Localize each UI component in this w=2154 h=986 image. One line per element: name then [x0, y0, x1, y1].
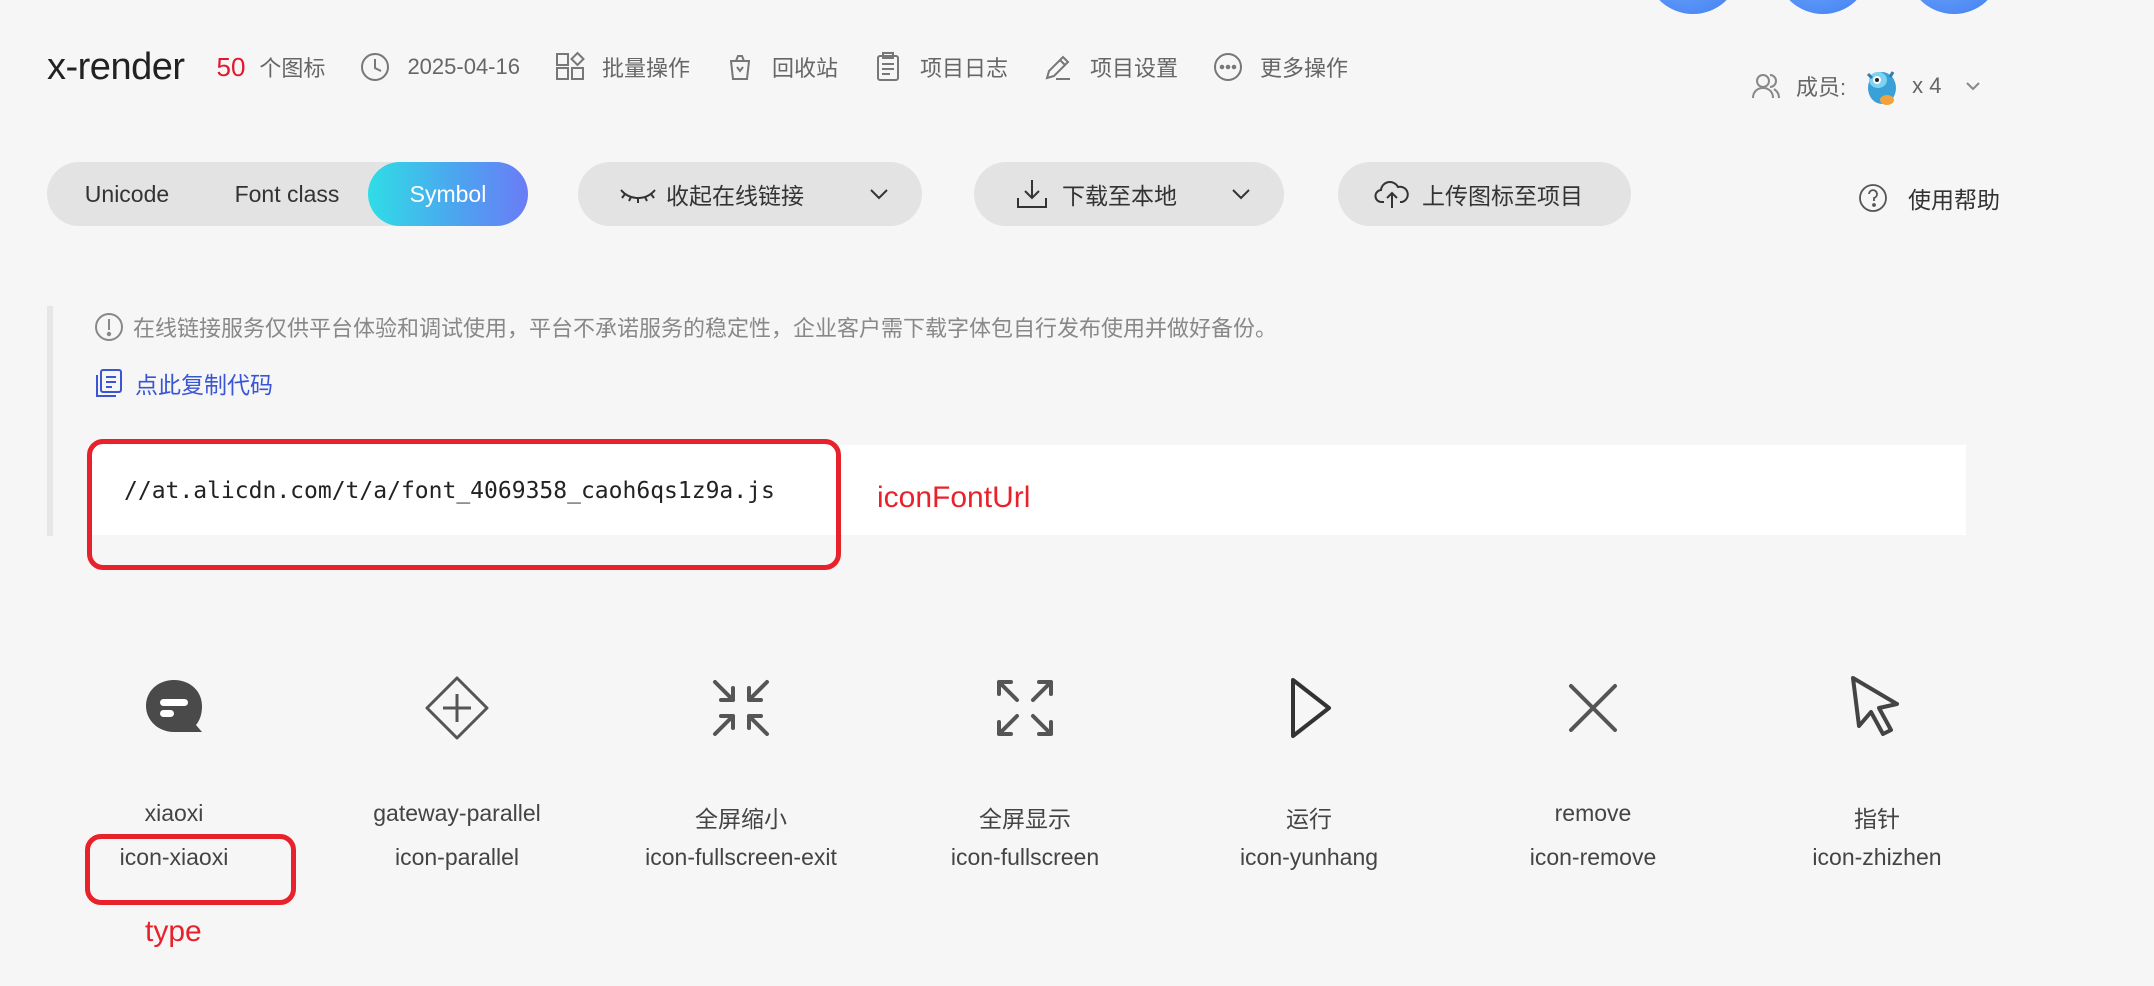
user-icon [1750, 70, 1782, 102]
icon-card[interactable]: 运行 icon-yunhang [1167, 660, 1451, 880]
icon-code: icon-xiaoxi [119, 844, 229, 870]
members-label: 成员: [1796, 75, 1847, 100]
download-icon [1014, 176, 1050, 212]
icon-code: icon-parallel [394, 844, 519, 870]
icon-code: icon-zhizhen [1812, 844, 1942, 870]
online-link-toggle-button[interactable]: 收起在线链接 [578, 162, 922, 226]
icon-name: gateway-parallel [373, 800, 541, 826]
recycle-bin-icon [724, 51, 756, 83]
member-avatar [1860, 64, 1904, 108]
project-log-button[interactable]: 项目日志 [872, 51, 1008, 83]
more-icon [1212, 51, 1244, 83]
eye-closed-icon [618, 176, 656, 212]
icon-name: 指针 [1854, 806, 1900, 832]
play-icon [1273, 672, 1345, 744]
icon-count-label: 个图标 [259, 56, 326, 81]
icon-card[interactable]: remove icon-remove [1451, 660, 1735, 880]
more-actions-label: 更多操作 [1260, 56, 1349, 81]
help-link[interactable]: 使用帮助 [1858, 181, 2000, 215]
icon-code: icon-fullscreen [950, 844, 1100, 870]
help-icon [1858, 183, 1888, 213]
icon-name: xiaoxi [144, 800, 204, 826]
download-button[interactable]: 下载至本地 [974, 162, 1284, 226]
copy-icon [93, 367, 125, 399]
project-header: x-render 50 个图标 2025-04-16 批量操作 回收站 项目日志… [47, 40, 1348, 94]
upload-icons-button[interactable]: 上传图标至项目 [1338, 162, 1631, 226]
annotation-icon-font-url: iconFontUrl [877, 481, 1031, 514]
tab-font-class[interactable]: Font class [207, 162, 367, 226]
icon-code: icon-fullscreen-exit [645, 844, 837, 870]
download-label: 下载至本地 [1062, 183, 1177, 209]
batch-operation-button[interactable]: 批量操作 [554, 51, 690, 83]
icon-code: icon-yunhang [1239, 844, 1379, 870]
more-actions-button[interactable]: 更多操作 [1212, 51, 1348, 83]
recycle-bin-label: 回收站 [772, 56, 839, 81]
pointer-icon [1841, 672, 1913, 744]
url-highlight-box [87, 439, 841, 570]
recycle-bin-button[interactable]: 回收站 [724, 51, 838, 83]
icon-name: remove [1554, 800, 1632, 826]
help-label: 使用帮助 [1908, 187, 2000, 213]
icon-card[interactable]: 指针 icon-zhizhen [1735, 660, 2019, 880]
upload-label: 上传图标至项目 [1422, 183, 1583, 209]
batch-icon [554, 51, 586, 83]
icon-code: icon-remove [1529, 844, 1657, 870]
members-dropdown[interactable]: 成员: x 4 [1750, 64, 1983, 108]
annotation-type: type [145, 915, 202, 948]
notice-text: 在线链接服务仅供平台体验和调试使用，平台不承诺服务的稳定性，企业客户需下载字体包… [133, 316, 1278, 341]
date-label: 2025-04-16 [407, 54, 520, 79]
cloud-upload-icon [1374, 176, 1410, 212]
project-title: x-render [47, 45, 185, 88]
format-tabs: Unicode Font class Symbol [47, 162, 528, 226]
members-count: x 4 [1912, 73, 1942, 98]
icon-count: 50 [216, 51, 246, 82]
message-icon [138, 672, 210, 744]
fullscreen-icon [989, 672, 1061, 744]
close-icon [1557, 672, 1629, 744]
icon-card[interactable]: xiaoxi icon-xiaoxi [32, 660, 316, 880]
icon-name: 运行 [1286, 806, 1332, 832]
parallel-gateway-icon [421, 672, 493, 744]
copy-code-label: 点此复制代码 [135, 372, 273, 398]
fullscreen-exit-icon [705, 672, 777, 744]
avatar-bubble [1778, 0, 1868, 14]
batch-operation-label: 批量操作 [601, 56, 690, 81]
avatar-bubble [1909, 0, 1999, 14]
clock-icon [359, 51, 391, 83]
project-log-label: 项目日志 [920, 56, 1009, 81]
avatar-bubble [1648, 0, 1738, 14]
tab-unicode[interactable]: Unicode [47, 162, 207, 226]
tab-symbol[interactable]: Symbol [368, 162, 528, 226]
online-link-label: 收起在线链接 [666, 183, 804, 209]
icon-card[interactable]: gateway-parallel icon-parallel [315, 660, 599, 880]
project-settings-label: 项目设置 [1090, 56, 1179, 81]
icon-name: 全屏显示 [979, 806, 1071, 832]
info-icon [93, 311, 125, 343]
clipboard-icon [872, 51, 904, 83]
project-date: 2025-04-16 [359, 51, 520, 83]
chevron-down-icon [1963, 76, 1983, 96]
copy-code-link[interactable]: 点此复制代码 [93, 366, 273, 400]
chevron-down-icon [866, 181, 892, 207]
icon-card[interactable]: 全屏缩小 icon-fullscreen-exit [599, 660, 883, 880]
chevron-down-icon [1228, 181, 1254, 207]
edit-icon [1042, 51, 1074, 83]
notice-message: 在线链接服务仅供平台体验和调试使用，平台不承诺服务的稳定性，企业客户需下载字体包… [93, 311, 1277, 343]
project-settings-button[interactable]: 项目设置 [1042, 51, 1178, 83]
icon-card[interactable]: 全屏显示 icon-fullscreen [883, 660, 1167, 880]
icon-name: 全屏缩小 [695, 806, 787, 832]
notice-side-bar [47, 306, 53, 536]
